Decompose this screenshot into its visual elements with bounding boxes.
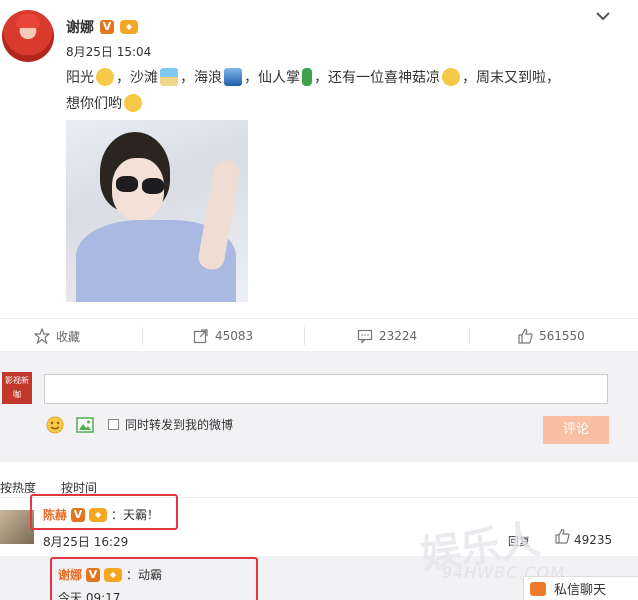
like-button[interactable]: 561550 bbox=[517, 319, 585, 353]
commenter-avatar[interactable] bbox=[0, 510, 34, 544]
comment-count: 23224 bbox=[379, 329, 418, 343]
post-text-seg: 阳光 bbox=[66, 70, 94, 86]
like-count: 561550 bbox=[539, 329, 585, 343]
highlight-box bbox=[30, 494, 178, 530]
vip-crown-icon: ◆ bbox=[120, 20, 138, 34]
thumbs-up-icon[interactable] bbox=[554, 528, 570, 544]
comment-icon bbox=[357, 329, 373, 344]
private-chat-bar[interactable]: 私信聊天 bbox=[523, 576, 638, 600]
star-icon bbox=[34, 328, 50, 344]
repost-checkbox[interactable] bbox=[108, 419, 119, 430]
repost-checkbox-label[interactable]: 同时转发到我的微博 bbox=[125, 416, 233, 433]
comment-button[interactable]: 23224 bbox=[357, 319, 417, 353]
chevron-down-icon[interactable] bbox=[595, 10, 611, 22]
comment-time: 8月25日 16:29 bbox=[43, 535, 129, 549]
image-upload-icon[interactable] bbox=[76, 417, 94, 433]
comment-like-count: 49235 bbox=[574, 533, 613, 547]
post-text-seg: 想你们哟 bbox=[66, 96, 122, 112]
sun-emoji-icon bbox=[96, 68, 114, 86]
verified-v-badge: V bbox=[100, 20, 114, 34]
comment-input[interactable] bbox=[44, 374, 608, 404]
weibo-post-card: 谢娜 V ◆ 8月25日 15:04 阳光 ，沙滩 ，海浪 ，仙人掌 ，还有一位喜神菇凉… bbox=[0, 0, 638, 600]
comment-compose-area bbox=[0, 352, 638, 462]
beach-emoji-icon bbox=[160, 68, 178, 86]
favorite-button[interactable]: 收藏 bbox=[34, 319, 80, 353]
post-text-seg: ，还有一位喜神菇凉 bbox=[314, 70, 440, 86]
post-text-seg: ，周末又到啦， bbox=[462, 70, 560, 86]
post-text: 阳光 ，沙滩 ，海浪 ，仙人掌 ，还有一位喜神菇凉 ，周末又到啦， 想你们哟 bbox=[66, 65, 616, 117]
wave-emoji-icon bbox=[224, 68, 242, 86]
repost-count: 45083 bbox=[215, 329, 254, 343]
post-photo[interactable] bbox=[66, 120, 248, 302]
cactus-emoji-icon bbox=[302, 68, 312, 86]
post-username-text[interactable]: 谢娜 bbox=[66, 17, 94, 37]
smile-emoji-icon bbox=[442, 68, 460, 86]
post-avatar[interactable] bbox=[2, 10, 54, 62]
thumbs-up-icon bbox=[518, 328, 533, 344]
emoji-picker-icon[interactable] bbox=[46, 416, 64, 434]
post-action-bar: 收藏 45083 23224 561550 bbox=[0, 318, 638, 352]
post-text-seg: ，沙滩 bbox=[116, 70, 158, 86]
repost-button[interactable]: 45083 bbox=[193, 319, 253, 353]
private-chat-label: 私信聊天 bbox=[554, 583, 607, 598]
current-user-avatar: 影视新咖 bbox=[2, 372, 32, 404]
share-icon bbox=[193, 329, 208, 344]
favorite-label: 收藏 bbox=[56, 329, 81, 344]
post-text-seg: ，海浪 bbox=[180, 70, 222, 86]
submit-comment-button[interactable]: 评论 bbox=[543, 416, 609, 444]
chat-icon bbox=[530, 581, 546, 596]
post-text-seg: ，仙人掌 bbox=[244, 70, 300, 86]
post-time[interactable]: 8月25日 15:04 bbox=[66, 43, 151, 60]
blush-emoji-icon bbox=[124, 94, 142, 112]
post-username[interactable]: 谢娜 V ◆ bbox=[66, 17, 138, 37]
highlight-box bbox=[50, 557, 258, 600]
